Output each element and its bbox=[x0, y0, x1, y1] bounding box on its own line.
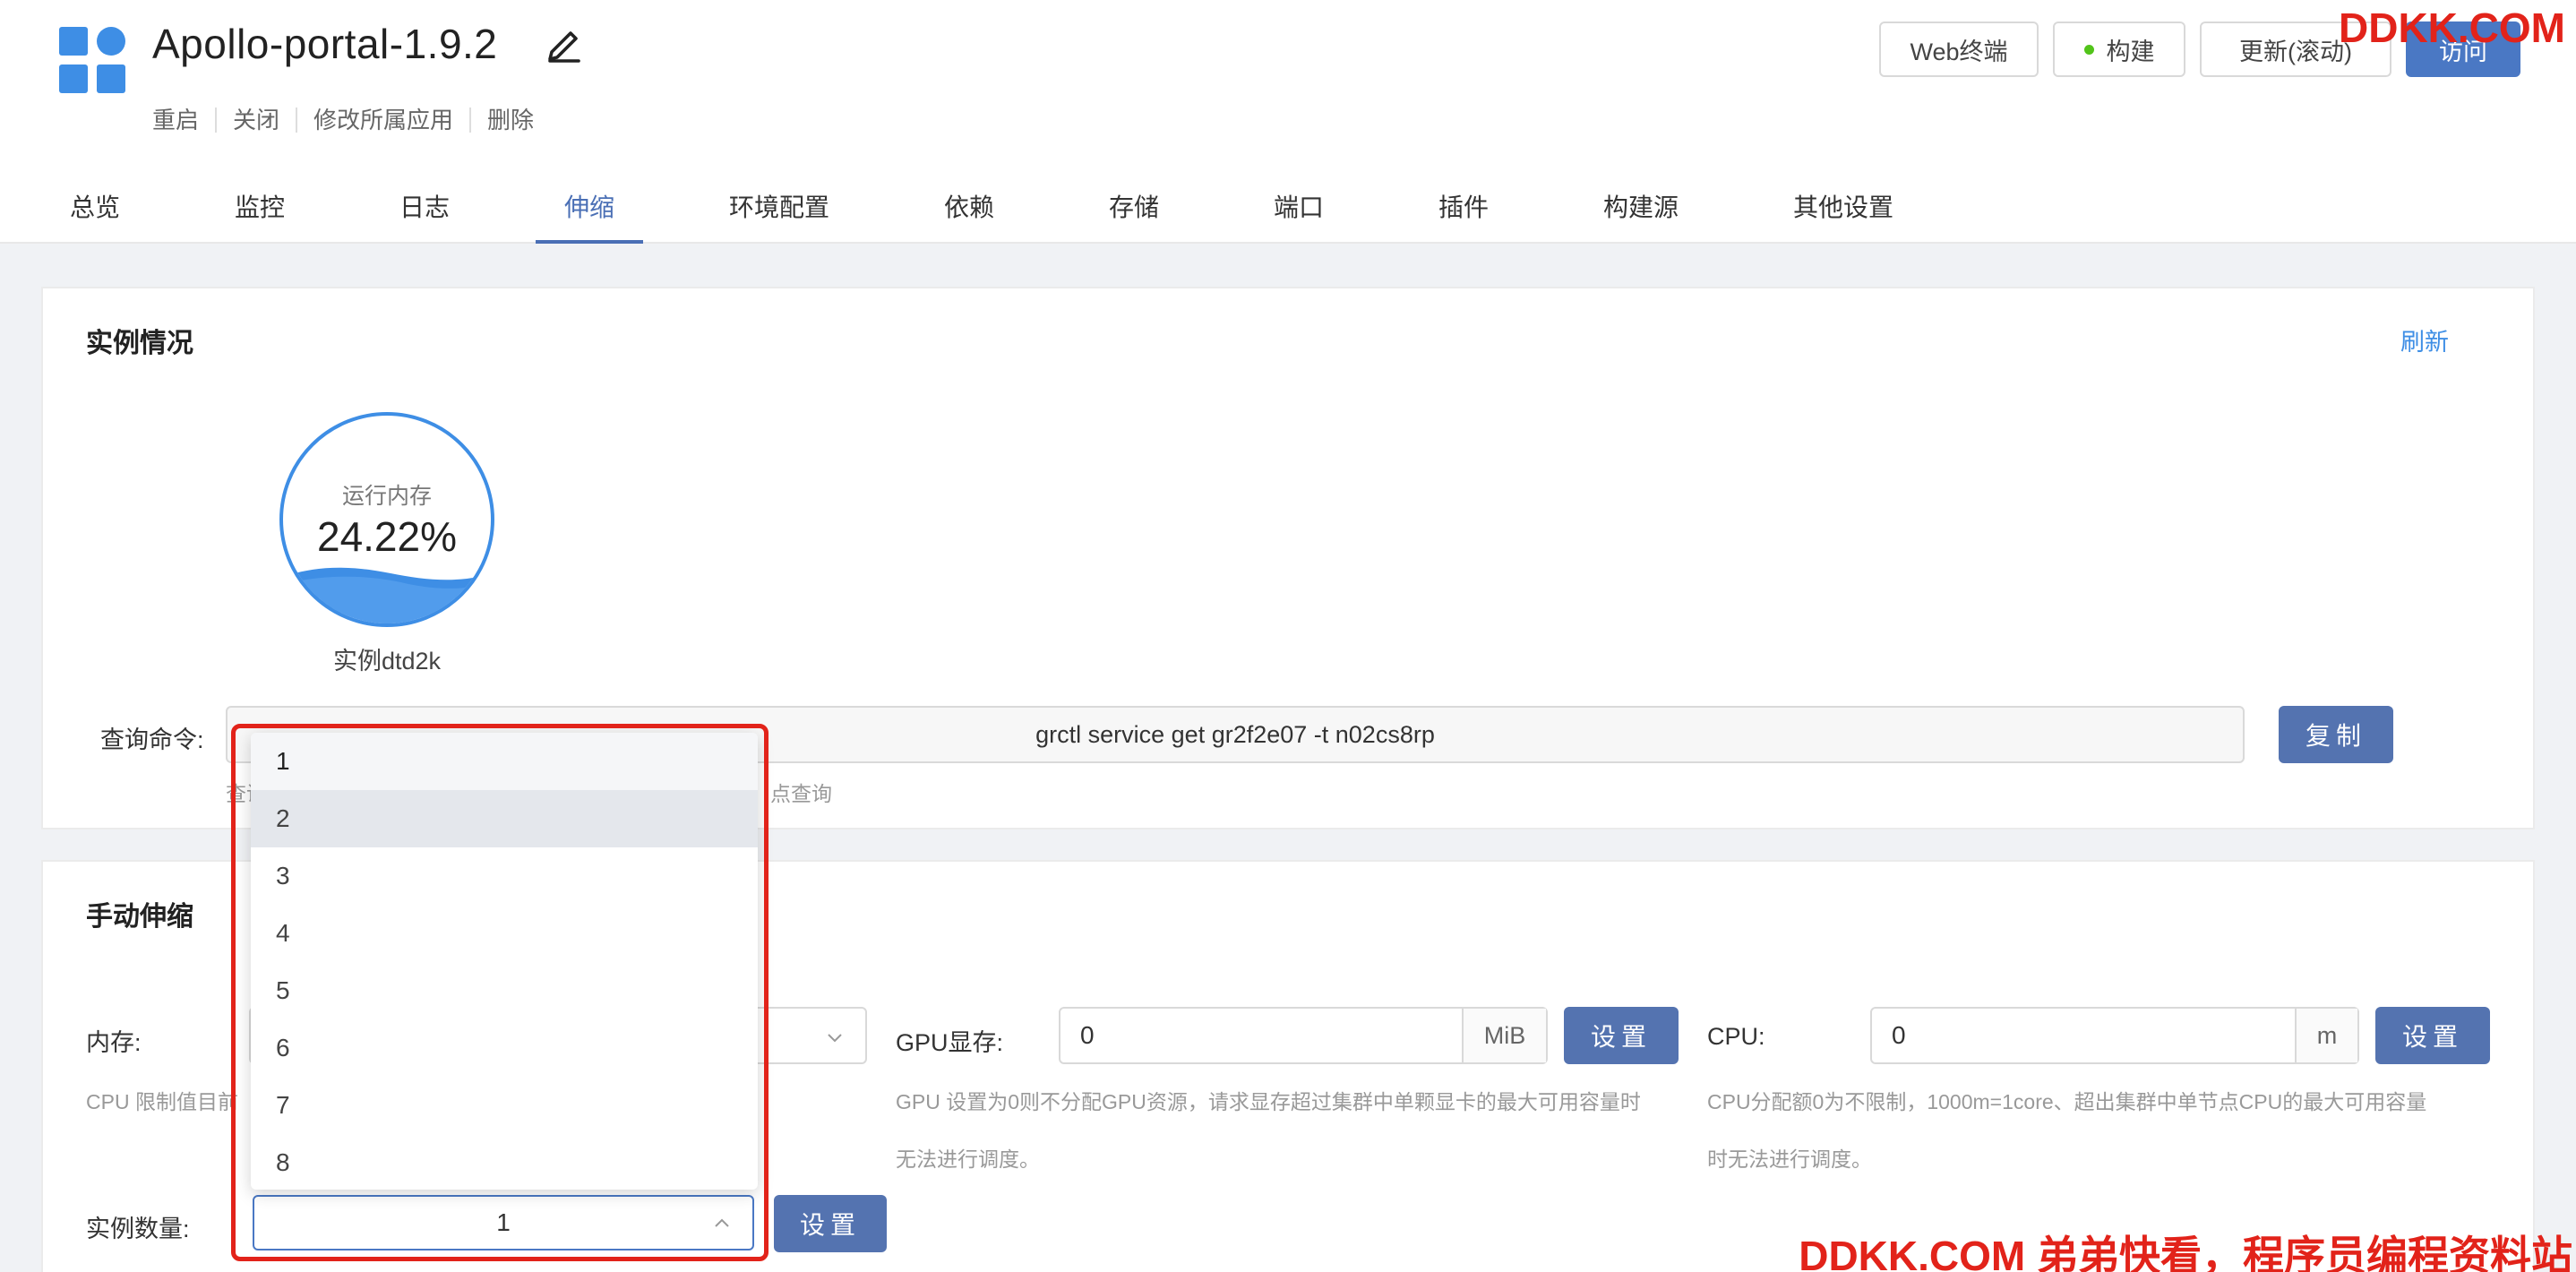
query-command-label: 查询命令: bbox=[100, 726, 204, 753]
web-terminal-button[interactable]: Web终端 bbox=[1879, 21, 2039, 77]
watermark-top: DDKK.COM bbox=[2339, 4, 2565, 51]
tab-dependencies[interactable]: 依赖 bbox=[942, 176, 996, 244]
gpu-label: GPU显存: bbox=[896, 1029, 1004, 1056]
chevron-down-icon bbox=[828, 1034, 842, 1043]
cpu-set-button[interactable]: 设置 bbox=[2375, 1007, 2490, 1064]
tab-overview[interactable]: 总览 bbox=[68, 176, 122, 244]
app-logo-icon bbox=[59, 27, 125, 93]
query-hint-right: 点查询 bbox=[770, 782, 832, 805]
cpu-input-value: 0 bbox=[1892, 1021, 1906, 1049]
gauge-label: 运行内存 bbox=[341, 484, 432, 509]
gpu-set-button[interactable]: 设置 bbox=[1564, 1007, 1679, 1064]
tab-logs[interactable]: 日志 bbox=[398, 176, 451, 244]
watermark-bottom: DDKK.COM 弟弟快看，程序员编程资料站 bbox=[1799, 1233, 2572, 1272]
gpu-input[interactable]: 0 MiB bbox=[1059, 1007, 1548, 1064]
tab-monitor[interactable]: 监控 bbox=[233, 176, 287, 244]
cpu-label: CPU: bbox=[1707, 1023, 1765, 1050]
gauge-wave bbox=[283, 567, 491, 623]
highlight-box bbox=[231, 724, 769, 1261]
instances-set-button[interactable]: 设置 bbox=[774, 1195, 887, 1252]
tab-scaling[interactable]: 伸缩 bbox=[536, 176, 643, 244]
gpu-unit: MiB bbox=[1462, 1009, 1546, 1062]
refresh-link[interactable]: 刷新 bbox=[2400, 322, 2449, 357]
stop-link[interactable]: 关闭 bbox=[217, 107, 298, 133]
cpu-hint-line2: 时无法进行调度。 bbox=[1707, 1147, 1872, 1171]
cpu-unit: m bbox=[2295, 1009, 2357, 1062]
gpu-hint-line1: GPU 设置为0则不分配GPU资源，请求显存超过集群中单颗显卡的最大可用容量时 bbox=[896, 1090, 1641, 1113]
memory-gauge: 运行内存 24.22% bbox=[279, 412, 494, 627]
app-sub-actions: 重启 关闭 修改所属应用 删除 bbox=[152, 107, 550, 133]
edit-icon[interactable] bbox=[543, 25, 586, 68]
tab-storage[interactable]: 存储 bbox=[1107, 176, 1161, 244]
build-button[interactable]: 构建 bbox=[2053, 21, 2185, 77]
app-header: Apollo-portal-1.9.2 重启 关闭 修改所属应用 删除 Web终… bbox=[0, 0, 2576, 244]
instance-name[interactable]: 实例dtd2k bbox=[279, 641, 494, 676]
status-dot-icon bbox=[2083, 44, 2094, 55]
gauge-value: 24.22% bbox=[316, 513, 457, 560]
restart-link[interactable]: 重启 bbox=[152, 107, 218, 133]
tab-env-config[interactable]: 环境配置 bbox=[729, 176, 829, 244]
tab-plugins[interactable]: 插件 bbox=[1437, 176, 1490, 244]
app-title: Apollo-portal-1.9.2 bbox=[152, 21, 498, 67]
change-app-link[interactable]: 修改所属应用 bbox=[297, 107, 472, 133]
tab-ports[interactable]: 端口 bbox=[1272, 176, 1326, 244]
memory-hint: CPU 限制值目前 bbox=[86, 1090, 238, 1113]
gpu-input-value: 0 bbox=[1080, 1021, 1095, 1049]
manual-scale-title: 手动伸缩 bbox=[86, 902, 193, 932]
delete-link[interactable]: 删除 bbox=[471, 107, 550, 133]
instance-card-title: 实例情况 bbox=[86, 329, 193, 358]
tab-build-source[interactable]: 构建源 bbox=[1603, 176, 1679, 244]
memory-label: 内存: bbox=[86, 1029, 142, 1056]
build-button-label: 构建 bbox=[2106, 38, 2155, 65]
cpu-hint-line1: CPU分配额0为不限制，1000m=1core、超出集群中单节点CPU的最大可用… bbox=[1707, 1090, 2427, 1113]
instances-label: 实例数量: bbox=[86, 1216, 190, 1242]
tab-other-settings[interactable]: 其他设置 bbox=[1791, 176, 1895, 244]
copy-button[interactable]: 复制 bbox=[2279, 706, 2393, 763]
gpu-hint-line2: 无法进行调度。 bbox=[896, 1147, 1040, 1171]
cpu-input[interactable]: 0 m bbox=[1870, 1007, 2359, 1064]
